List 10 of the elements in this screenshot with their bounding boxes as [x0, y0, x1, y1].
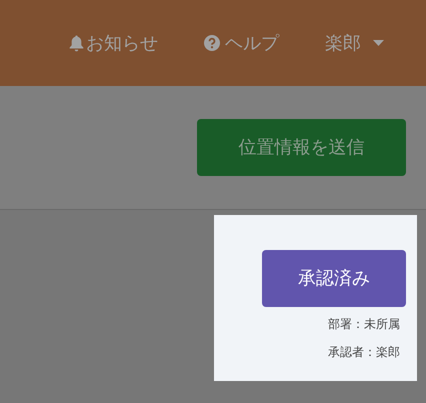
user-menu[interactable]: 楽郎: [325, 30, 384, 56]
department-text: 部署：未所属: [328, 316, 401, 333]
caret-icon: [373, 40, 384, 46]
approver-text: 承認者：楽郎: [328, 344, 401, 361]
help-link[interactable]: ヘルプ: [204, 30, 279, 56]
send-location-button[interactable]: 位置情報を送信: [197, 119, 406, 176]
bell-icon: [69, 34, 84, 52]
approved-button[interactable]: 承認済み: [262, 250, 406, 307]
notifications-link[interactable]: お知らせ: [69, 30, 158, 56]
help-icon: [204, 35, 220, 51]
